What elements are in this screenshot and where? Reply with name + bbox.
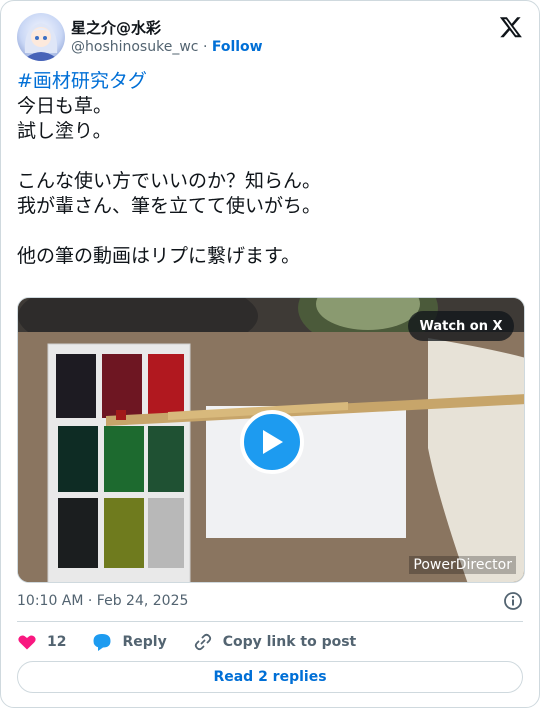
info-icon[interactable] — [503, 591, 523, 611]
timestamp-row: 10:10 AM · Feb 24, 2025 — [17, 591, 523, 611]
watch-on-x-button[interactable]: Watch on X — [408, 311, 514, 341]
play-button[interactable] — [240, 410, 304, 474]
author-handle[interactable]: @hoshinosuke_wc — [71, 39, 198, 55]
reply-bubble-icon — [93, 634, 111, 651]
author-handle-line: @hoshinosuke_wc · Follow — [71, 38, 263, 57]
hashtag-link[interactable]: #画材研究タグ — [17, 70, 147, 92]
author-display-name[interactable]: 星之介@水彩 — [71, 18, 263, 38]
link-icon — [194, 633, 211, 651]
tweet-text: #画材研究タグ 今日も草。 試し塗り。 こんな使い方でいいのか？知らん。 我が輩… — [17, 69, 517, 269]
like-button[interactable]: 12 — [17, 632, 66, 652]
x-logo-icon[interactable] — [499, 15, 523, 39]
tweet-body: 今日も草。 試し塗り。 こんな使い方でいいのか？知らん。 我が輩さん、筆を立てて… — [17, 95, 322, 267]
reply-button[interactable]: Reply — [92, 632, 167, 652]
avatar[interactable] — [17, 13, 65, 61]
video-media[interactable]: Watch on X PowerDirector — [17, 297, 525, 583]
copy-link-label: Copy link to post — [222, 634, 357, 650]
reply-label: Reply — [122, 634, 167, 650]
like-count: 12 — [47, 634, 67, 650]
video-watermark: PowerDirector — [409, 556, 516, 574]
read-replies-button[interactable]: Read 2 replies — [17, 661, 523, 693]
divider — [17, 621, 523, 622]
heart-icon — [18, 635, 36, 650]
tweet-card: 星之介@水彩 @hoshinosuke_wc · Follow #画材研究タグ … — [0, 0, 540, 708]
copy-link-button[interactable]: Copy link to post — [193, 632, 357, 652]
timestamp[interactable]: 10:10 AM · Feb 24, 2025 — [17, 593, 188, 609]
separator-dot: · — [202, 38, 208, 55]
follow-button[interactable]: Follow — [212, 39, 263, 55]
play-icon — [263, 430, 283, 454]
tweet-header: 星之介@水彩 @hoshinosuke_wc · Follow — [17, 13, 523, 61]
action-bar: 12 Reply Copy link to post — [17, 631, 523, 653]
author-names: 星之介@水彩 @hoshinosuke_wc · Follow — [71, 18, 263, 57]
